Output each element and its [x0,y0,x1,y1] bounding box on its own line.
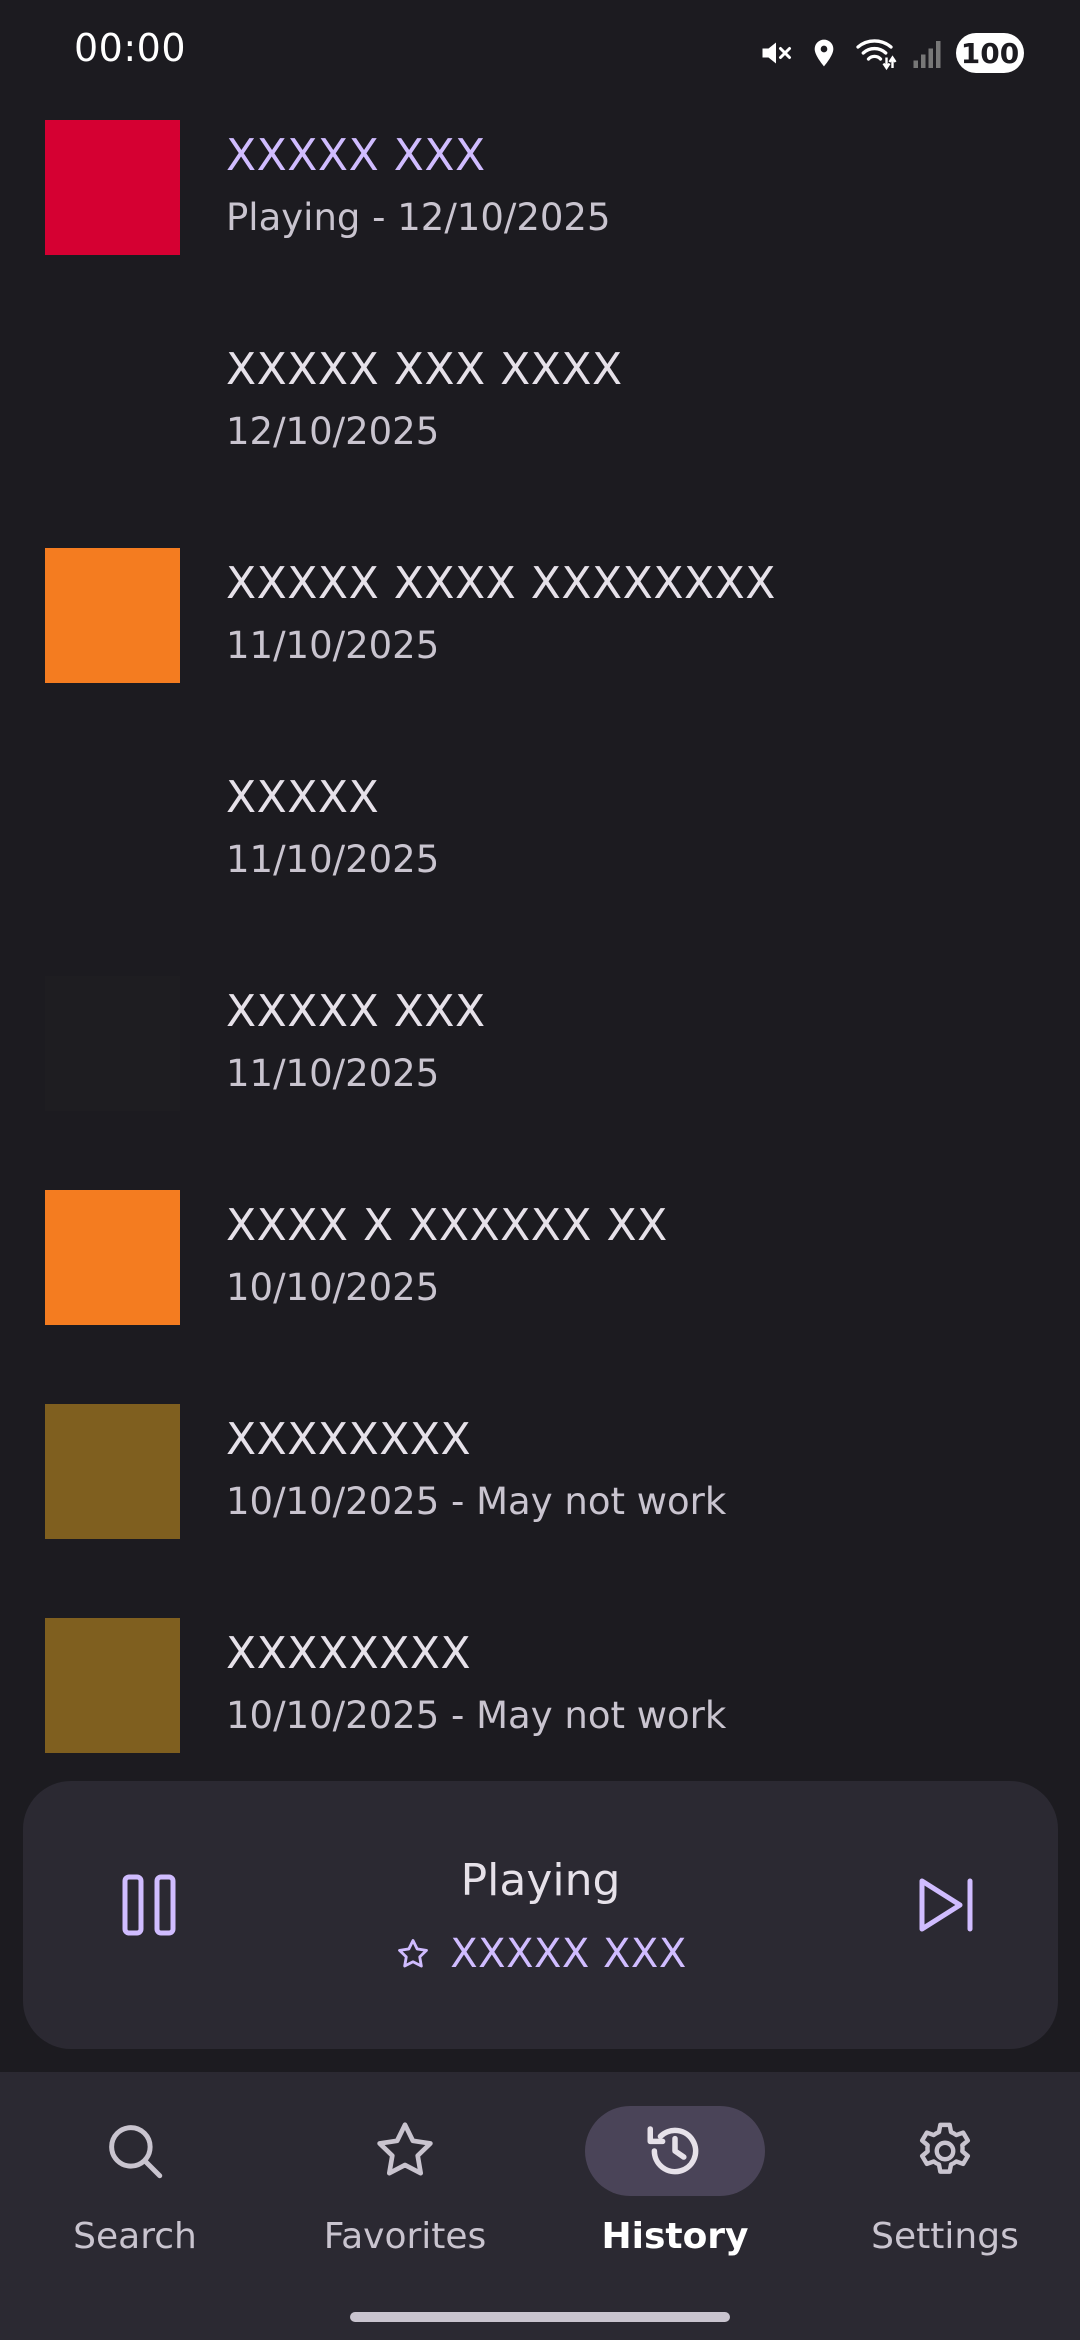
nav-item-settings[interactable]: Settings [810,2106,1080,2266]
station-thumbnail [45,1190,180,1325]
status-time: 00:00 [74,26,187,70]
history-item-title: XXXXX XXX [226,130,486,181]
wifi-icon [854,35,898,71]
nav-icon-container [315,2106,495,2196]
nav-active-indicator [585,2106,765,2196]
history-item-title: XXXX X XXXXXX XX [226,1200,668,1251]
history-icon [647,2126,699,2175]
station-thumbnail [45,976,180,1111]
nav-label: History [601,2216,749,2257]
history-item-title: XXXXX XXXX XXXXXXXX [226,558,776,609]
station-thumbnail [45,1618,180,1753]
history-item-subtitle: 10/10/2025 - May not work [226,1480,727,1523]
bottom-navigation: Search Favorites History Settings [0,2072,1080,2340]
history-item[interactable]: XXXXX XXX XXXX 12/10/2025 [0,318,1080,532]
nav-icon-container [45,2106,225,2196]
star-outline-icon[interactable] [394,1935,432,1973]
status-bar: 00:00 100 [0,0,1080,104]
nav-label: Favorites [323,2216,487,2257]
gear-icon [919,2122,971,2174]
history-item-title: XXXXX [226,772,380,823]
now-playing-title: XXXXX XXX [450,1931,687,1977]
app-root: 00:00 100 XXXXX XXX Playing - 12/10/2025 [0,0,1080,2340]
nav-label: Settings [871,2216,1019,2257]
nav-item-search[interactable]: Search [0,2106,270,2266]
history-item-subtitle: 12/10/2025 [226,410,440,453]
history-item-subtitle: 11/10/2025 [226,838,440,881]
history-item-subtitle: Playing - 12/10/2025 [226,196,611,239]
history-item[interactable]: XXXXX XXXX XXXXXXXX 11/10/2025 [0,532,1080,746]
skip-next-button[interactable] [894,1853,998,1957]
home-indicator[interactable] [350,2312,730,2322]
history-item-title: XXXXXXXX [226,1628,472,1679]
station-thumbnail [45,1404,180,1539]
nav-label: Search [73,2216,197,2257]
history-item-title: XXXXX XXX XXXX [226,344,623,395]
history-item[interactable]: XXXXX XXX Playing - 12/10/2025 [0,104,1080,318]
history-item[interactable]: XXXX X XXXXXX XX 10/10/2025 [0,1174,1080,1388]
station-thumbnail [45,548,180,683]
star-outline-icon [377,2122,433,2176]
history-item[interactable]: XXXXXXXX 10/10/2025 - May not work [0,1388,1080,1602]
station-thumbnail [45,762,180,897]
mute-icon [758,35,794,71]
history-item-subtitle: 10/10/2025 [226,1266,440,1309]
signal-icon [912,35,942,71]
status-icons: 100 [758,30,1024,76]
battery-icon: 100 [956,33,1024,73]
history-item[interactable]: XXXXX 11/10/2025 [0,746,1080,960]
history-item[interactable]: XXXXX XXX 11/10/2025 [0,960,1080,1174]
station-thumbnail [45,120,180,255]
history-item-subtitle: 10/10/2025 - May not work [226,1694,727,1737]
skip-next-icon [919,1878,973,1932]
history-item-subtitle: 11/10/2025 [226,624,440,667]
location-icon [808,35,840,71]
history-item-title: XXXXXXXX [226,1414,472,1465]
history-item-title: XXXXX XXX [226,986,486,1037]
search-icon [109,2125,163,2179]
now-playing-card[interactable]: Playing XXXXX XXX [23,1781,1058,2049]
station-thumbnail [45,334,180,469]
nav-item-favorites[interactable]: Favorites [270,2106,540,2266]
nav-item-history[interactable]: History [540,2106,810,2266]
history-item-subtitle: 11/10/2025 [226,1052,440,1095]
nav-icon-container [855,2106,1035,2196]
